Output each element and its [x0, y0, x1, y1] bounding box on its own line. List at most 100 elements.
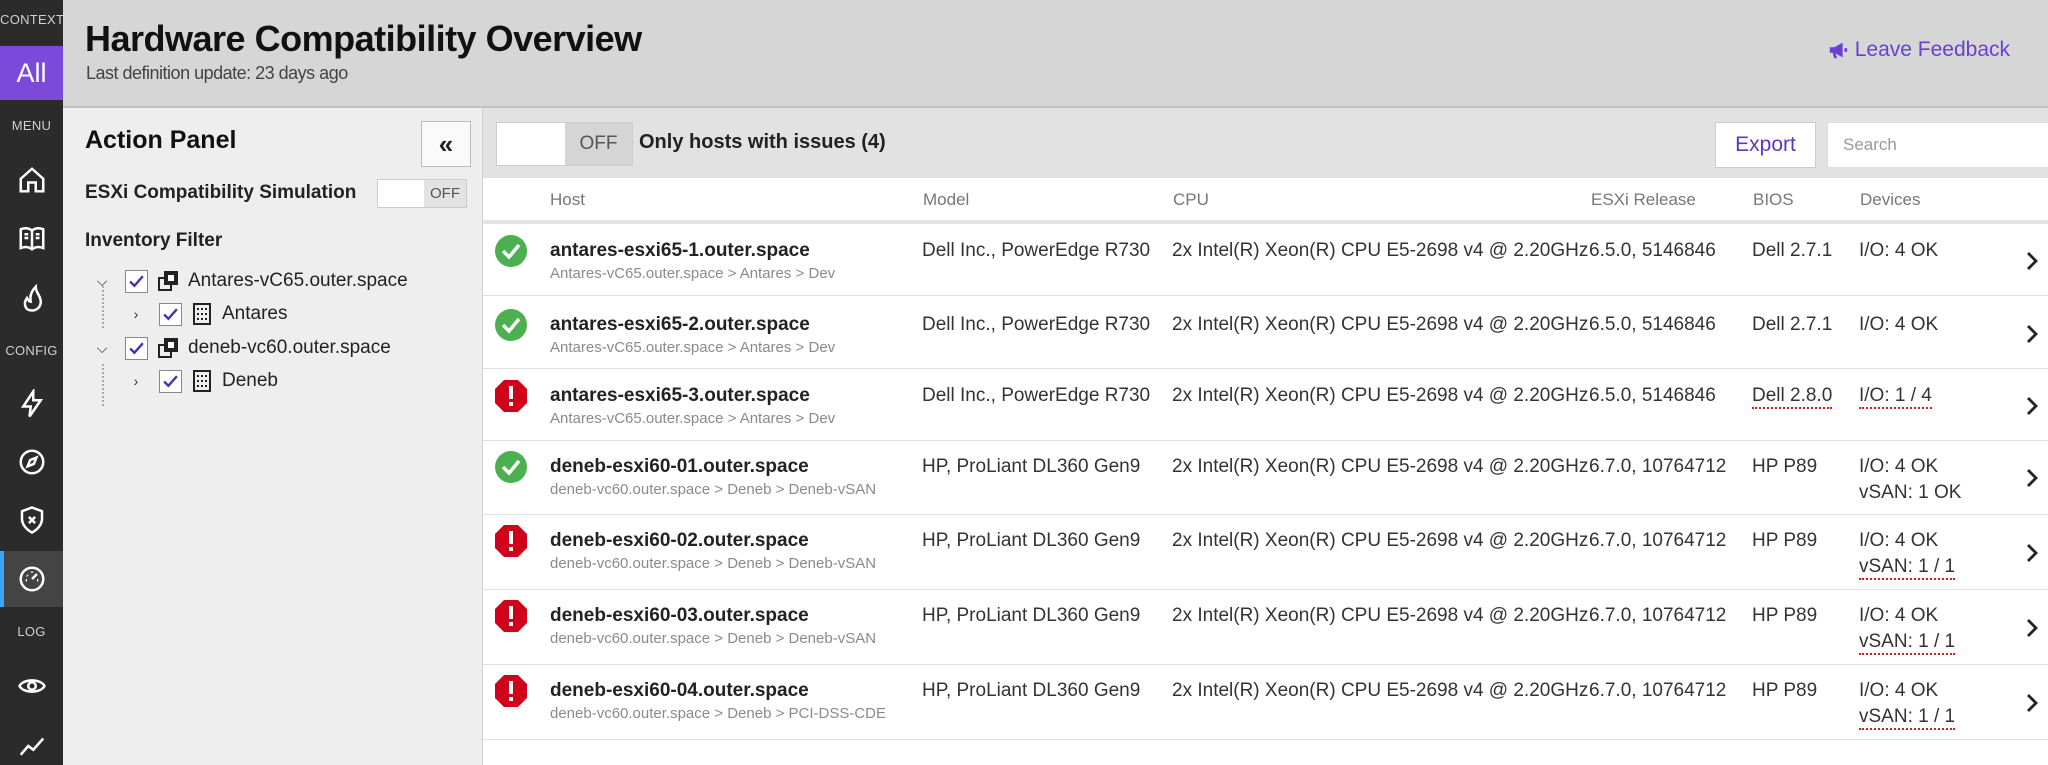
status-error-icon: [494, 524, 528, 558]
simulation-toggle-state: OFF: [424, 180, 466, 207]
nav-home[interactable]: [0, 152, 63, 208]
tree-item-antares-datacenter[interactable]: › Antares: [127, 299, 287, 329]
table-row[interactable]: deneb-esxi60-01.outer.space deneb-vc60.ou…: [483, 441, 2048, 515]
bios-issue[interactable]: Dell 2.8.0: [1752, 385, 1833, 409]
leave-feedback-link[interactable]: Leave Feedback: [1827, 38, 2010, 62]
chevron-right-icon[interactable]: [2024, 249, 2040, 273]
tree-item-deneb-vcenter[interactable]: ⌵ deneb-vc60.outer.space: [93, 333, 391, 363]
nav-explore[interactable]: [0, 434, 63, 490]
inventory-filter-label: Inventory Filter: [85, 230, 223, 251]
column-header-esxi-release[interactable]: ESXi Release: [1591, 190, 1696, 210]
host-name: deneb-esxi60-03.outer.space: [550, 605, 809, 626]
chevron-right-icon[interactable]: ›: [127, 373, 145, 389]
chevron-right-icon[interactable]: [2024, 466, 2040, 490]
nav-docs[interactable]: [0, 210, 63, 266]
chevron-right-icon[interactable]: [2024, 394, 2040, 418]
compass-icon: [19, 449, 44, 475]
device-issue[interactable]: vSAN: 1 / 1: [1859, 556, 1956, 580]
host-esxi-release: 6.5.0, 5146846: [1589, 240, 1716, 261]
device-issue[interactable]: I/O: 1 / 4: [1859, 385, 1932, 409]
flame-icon: [23, 283, 42, 312]
nav-automation[interactable]: [0, 376, 63, 432]
table-row[interactable]: deneb-esxi60-04.outer.space deneb-vc60.ou…: [483, 665, 2048, 740]
datacenter-icon: [193, 370, 211, 392]
definition-update-text: Last definition update: 23 days ago: [86, 63, 348, 83]
host-model: Dell Inc., PowerEdge R730: [922, 240, 1151, 261]
host-esxi-release: 6.7.0, 10764712: [1589, 680, 1727, 701]
host-name: deneb-esxi60-04.outer.space: [550, 680, 809, 701]
collapse-panel-button[interactable]: «: [421, 121, 471, 167]
chevron-down-icon[interactable]: ⌵: [93, 340, 111, 357]
tree-checkbox[interactable]: [159, 302, 182, 326]
chevron-right-icon[interactable]: [2024, 616, 2040, 640]
double-chevron-left-icon: «: [438, 128, 454, 159]
host-model: Dell Inc., PowerEdge R730: [922, 385, 1151, 406]
host-esxi-release: 6.7.0, 10764712: [1589, 605, 1727, 626]
nav-trends[interactable]: [0, 718, 63, 765]
check-icon: [163, 374, 178, 387]
gauge-icon: [19, 566, 44, 592]
table-header: Host Model CPU ESXi Release BIOS Devices: [483, 178, 2048, 224]
page-header: Hardware Compatibility Overview Last def…: [63, 0, 2048, 108]
host-model: HP, ProLiant DL360 Gen9: [922, 605, 1141, 626]
tree-checkbox[interactable]: [125, 336, 148, 360]
status-error-icon: [494, 379, 528, 413]
chevron-right-icon[interactable]: [2024, 541, 2040, 565]
column-header-cpu[interactable]: CPU: [1173, 190, 1209, 210]
host-esxi-release: 6.5.0, 5146846: [1589, 385, 1716, 406]
host-bios: Dell 2.7.1: [1752, 314, 1833, 335]
status-error-icon: [494, 674, 528, 708]
device-issue[interactable]: vSAN: 1 / 1: [1859, 631, 1956, 655]
chevron-right-icon[interactable]: ›: [127, 306, 145, 322]
tree-checkbox[interactable]: [159, 369, 182, 393]
host-esxi-release: 6.7.0, 10764712: [1589, 530, 1727, 551]
device-status: I/O: 4 OK: [1859, 456, 1939, 477]
tree-item-deneb-datacenter[interactable]: › Deneb: [127, 366, 278, 396]
nav-hotspots[interactable]: [0, 270, 63, 326]
table-row[interactable]: deneb-esxi60-02.outer.space deneb-vc60.ou…: [483, 515, 2048, 590]
status-ok-icon: [494, 450, 528, 484]
host-cpu: 2x Intel(R) Xeon(R) CPU E5-2698 v4 @ 2.2…: [1172, 314, 1589, 335]
line-chart-icon: [19, 737, 44, 756]
tree-item-antares-vcenter[interactable]: ⌵ Antares-vC65.outer.space: [93, 266, 408, 296]
search-input[interactable]: [1827, 122, 2048, 168]
nav-compatibility[interactable]: [0, 551, 63, 607]
device-issue[interactable]: vSAN: 1 / 1: [1859, 706, 1956, 730]
tree-item-label: deneb-vc60.outer.space: [188, 337, 391, 358]
column-header-bios[interactable]: BIOS: [1753, 190, 1794, 210]
column-header-host[interactable]: Host: [550, 190, 585, 210]
tree-checkbox[interactable]: [125, 269, 148, 293]
device-status: I/O: 4 OK: [1859, 314, 1939, 335]
nav-watch[interactable]: [0, 658, 63, 714]
check-icon: [129, 274, 144, 287]
nav-menu-label: MENU: [11, 118, 52, 133]
chevron-right-icon[interactable]: [2024, 691, 2040, 715]
host-path: deneb-vc60.outer.space > Deneb > Deneb-v…: [550, 481, 877, 498]
column-header-devices[interactable]: Devices: [1860, 190, 1920, 210]
simulation-toggle[interactable]: OFF: [377, 179, 467, 208]
export-button[interactable]: Export: [1715, 122, 1816, 168]
table-row[interactable]: antares-esxi65-2.outer.space Antares-vC65…: [483, 299, 2048, 369]
vcenter-icon: [158, 338, 178, 358]
nav-context-label: CONTEXT: [0, 12, 65, 27]
table-row[interactable]: antares-esxi65-1.outer.space Antares-vC65…: [483, 225, 2048, 296]
nav-security[interactable]: [0, 492, 63, 548]
chevron-down-icon[interactable]: ⌵: [93, 273, 111, 290]
action-panel: Action Panel « ESXi Compatibility Simula…: [63, 108, 483, 765]
column-header-model[interactable]: Model: [923, 190, 969, 210]
table-row[interactable]: antares-esxi65-3.outer.space Antares-vC65…: [483, 370, 2048, 441]
action-panel-title: Action Panel: [85, 126, 237, 154]
host-path: Antares-vC65.outer.space > Antares > Dev: [550, 410, 836, 427]
table-row[interactable]: deneb-esxi60-03.outer.space deneb-vc60.ou…: [483, 590, 2048, 665]
host-esxi-release: 6.5.0, 5146846: [1589, 314, 1716, 335]
issues-only-label: Only hosts with issues (4): [639, 131, 886, 153]
issues-only-toggle[interactable]: OFF: [496, 122, 633, 166]
host-cpu: 2x Intel(R) Xeon(R) CPU E5-2698 v4 @ 2.2…: [1172, 385, 1589, 406]
chevron-right-icon[interactable]: [2024, 322, 2040, 346]
context-all-button[interactable]: All: [0, 46, 63, 100]
host-name: deneb-esxi60-01.outer.space: [550, 456, 809, 477]
host-cpu: 2x Intel(R) Xeon(R) CPU E5-2698 v4 @ 2.2…: [1172, 240, 1589, 261]
datacenter-icon: [193, 303, 211, 325]
nav-log-label: LOG: [17, 624, 46, 639]
tree-guide: [102, 364, 104, 406]
